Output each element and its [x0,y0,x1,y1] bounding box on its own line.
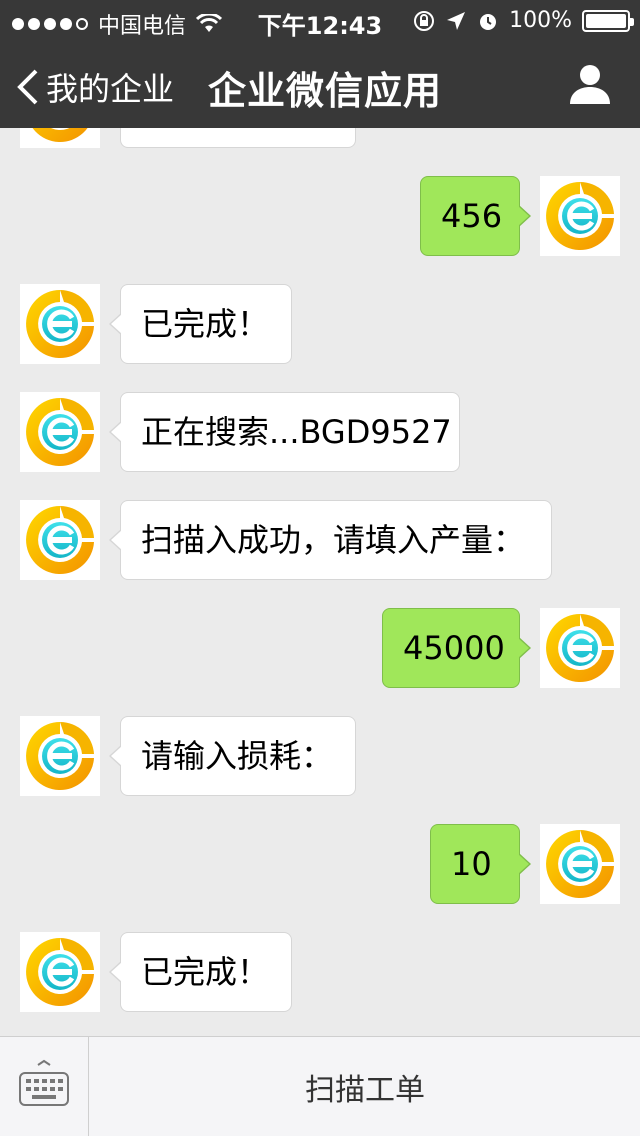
app-logo-icon [20,716,100,796]
message-incoming: 正在搜索...BGD9527 [0,392,640,472]
avatar[interactable] [20,716,100,796]
message-outgoing: 456 [0,176,640,256]
nav-bar: 我的企业 企业微信应用 [0,40,640,128]
message-incoming [0,128,640,148]
keyboard-toggle-button[interactable] [0,1037,89,1136]
back-button[interactable]: 我的企业 [16,64,174,110]
avatar[interactable] [20,500,100,580]
back-label: 我的企业 [46,70,175,108]
battery-percent: 100% [509,8,572,33]
app-logo-icon [540,176,620,256]
app-logo-icon [20,500,100,580]
message-bubble[interactable]: 456 [420,176,531,256]
message-bubble[interactable]: 45000 [382,608,531,688]
avatar[interactable] [540,176,620,256]
top-bar: 中国电信 下午12:43 100% 我的企业 企业微信应用 [0,0,640,128]
alarm-icon [480,13,497,30]
message-bubble[interactable]: 扫描入成功，请填入产量： [109,500,552,580]
person-icon[interactable] [568,62,612,106]
message-bubble[interactable]: 请输入损耗： [109,716,356,796]
avatar[interactable] [540,824,620,904]
avatar[interactable] [20,392,100,472]
message-incoming: 请输入损耗： [0,716,640,796]
bottom-menu-bar: 扫描工单 [0,1036,640,1136]
message-incoming: 扫描入成功，请填入产量： [0,500,640,580]
message-bubble[interactable]: 已完成！ [109,932,292,1012]
location-arrow-icon [447,11,466,30]
app-logo-icon [540,824,620,904]
app-logo-icon [20,128,100,148]
app-logo-icon [20,392,100,472]
app-logo-icon [540,608,620,688]
message-incoming: 已完成！ [0,284,640,364]
chat-area[interactable]: 456 已完成！ 正在搜索...BGD9527 扫描入成功，请填入产量： 450… [0,128,640,1036]
message-outgoing: 10 [0,824,640,904]
message-outgoing: 45000 [0,608,640,688]
message-bubble[interactable]: 正在搜索...BGD9527 [109,392,460,472]
message-bubble[interactable] [120,128,356,148]
app-logo-icon [20,932,100,1012]
app-logo-icon [20,284,100,364]
scan-work-order-button[interactable]: 扫描工单 [90,1037,640,1136]
status-bar: 中国电信 下午12:43 100% [0,0,640,40]
message-bubble[interactable]: 已完成！ [109,284,292,364]
avatar[interactable] [20,128,100,148]
chevron-left-icon [17,69,38,105]
keyboard-icon [19,1059,69,1106]
avatar[interactable] [540,608,620,688]
page-title: 企业微信应用 [208,69,443,113]
battery-icon [582,9,634,32]
avatar[interactable] [20,932,100,1012]
avatar[interactable] [20,284,100,364]
rotation-lock-icon [414,10,435,31]
message-incoming: 已完成！ [0,932,640,1012]
message-bubble[interactable]: 10 [430,824,531,904]
